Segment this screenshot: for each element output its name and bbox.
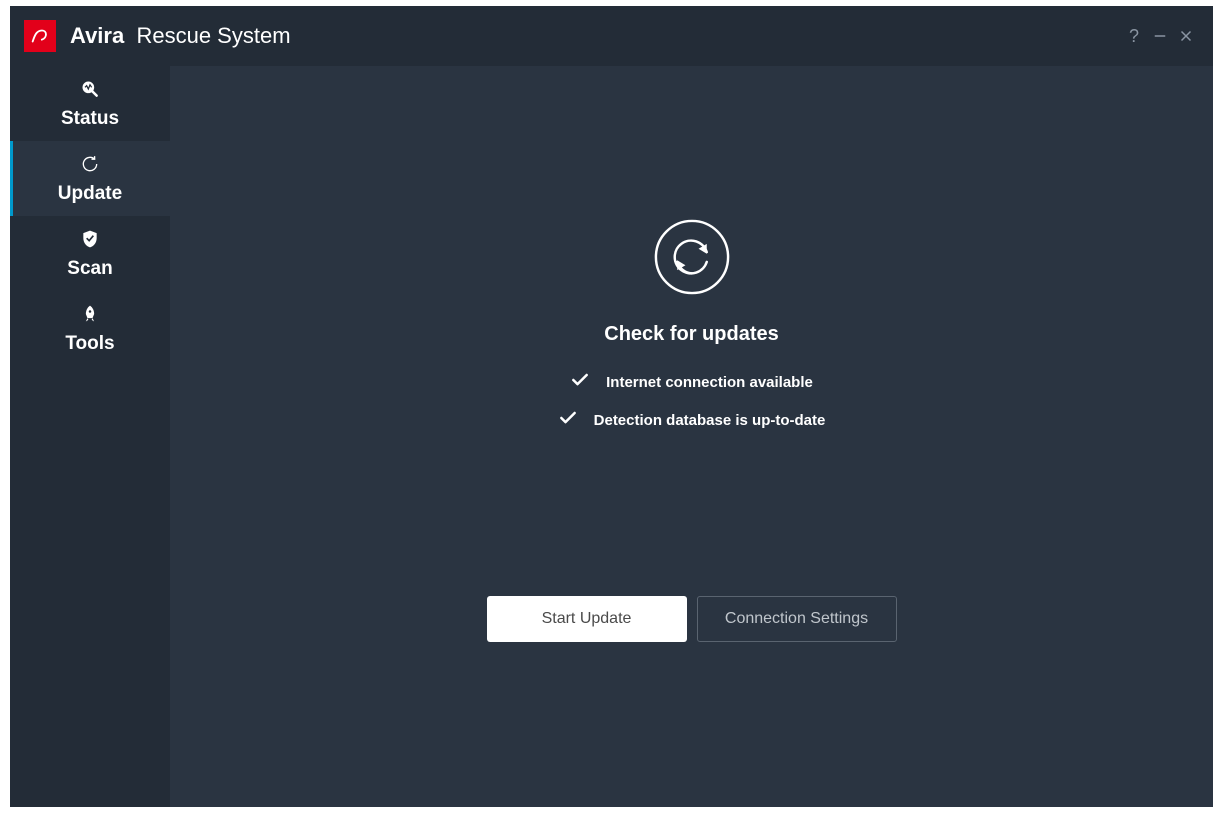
status-text: Detection database is up-to-date [594,412,826,429]
sidebar: Status Update Scan [10,66,170,807]
sidebar-item-scan[interactable]: Scan [10,216,170,291]
connection-settings-button[interactable]: Connection Settings [697,596,897,642]
check-icon [570,370,590,394]
start-update-button[interactable]: Start Update [487,596,687,642]
sidebar-item-tools[interactable]: Tools [10,291,170,366]
shield-check-icon [80,228,100,250]
status-text: Internet connection available [606,374,813,391]
update-icon [80,153,100,175]
avira-logo [24,20,56,52]
app-title: Avira Rescue System [70,23,291,49]
main-content: Check for updates Internet connection av… [170,66,1213,807]
minimize-button[interactable] [1147,23,1173,49]
button-row: Start Update Connection Settings [487,596,897,642]
refresh-circle-icon [651,216,733,303]
sidebar-item-update[interactable]: Update [10,141,170,216]
close-button[interactable] [1173,23,1199,49]
status-icon [80,78,100,100]
status-line-internet: Internet connection available [570,370,813,394]
rocket-icon [80,303,100,325]
sidebar-item-status[interactable]: Status [10,66,170,141]
app-title-product: Rescue System [136,23,290,48]
sidebar-item-label: Status [61,108,119,130]
main-heading: Check for updates [604,323,778,346]
sidebar-item-label: Update [58,183,122,205]
sidebar-item-label: Tools [65,333,114,355]
help-button[interactable]: ? [1121,23,1147,49]
titlebar: Avira Rescue System ? [10,6,1213,66]
app-window: Avira Rescue System ? Status [10,6,1213,807]
sidebar-item-label: Scan [67,258,112,280]
check-icon [558,408,578,432]
app-title-brand: Avira [70,23,124,48]
status-line-database: Detection database is up-to-date [558,408,826,432]
